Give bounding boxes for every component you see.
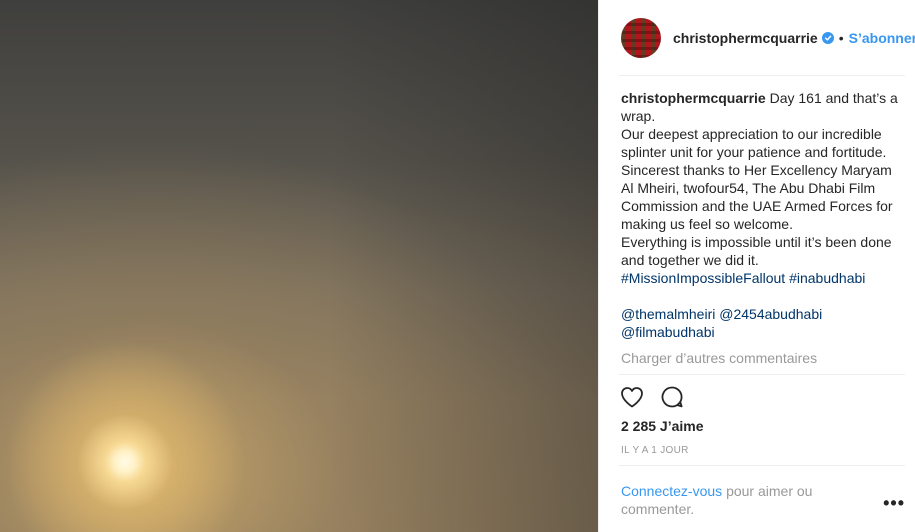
post-caption: christophermcquarrie Day 161 and that’s … bbox=[621, 89, 901, 341]
mention-link[interactable]: @2454abudhabi bbox=[719, 306, 822, 322]
avatar[interactable] bbox=[621, 18, 661, 58]
speech-bubble-icon[interactable] bbox=[659, 384, 685, 410]
author-username[interactable]: christophermcquarrie bbox=[673, 30, 818, 46]
more-options-icon[interactable]: ••• bbox=[883, 494, 905, 512]
post-header: christophermcquarrie • S’abonner bbox=[621, 16, 915, 60]
caption-text-3: Sincerest thanks to Her Excellency Marya… bbox=[621, 162, 893, 232]
mention-link[interactable]: @filmabudhabi bbox=[621, 324, 715, 340]
caption-line-1: christophermcquarrie Day 161 and that’s … bbox=[621, 89, 901, 125]
load-more-comments-button[interactable]: Charger d’autres commentaires bbox=[621, 350, 817, 366]
comment-box-divider bbox=[619, 465, 905, 466]
caption-text-4: Everything is impossible until it’s been… bbox=[621, 234, 892, 268]
mention-link[interactable]: @themalmheiri bbox=[621, 306, 715, 322]
caption-author[interactable]: christophermcquarrie bbox=[621, 90, 766, 106]
like-count[interactable]: 2 285 J’aime bbox=[621, 418, 704, 434]
verified-badge-icon bbox=[821, 32, 834, 44]
login-prompt: Connectez-vous pour aimer ou commenter. bbox=[621, 482, 851, 518]
comment-mentions: @themalmheiri @2454abudhabi @filmabudhabi bbox=[621, 305, 901, 341]
login-link[interactable]: Connectez-vous bbox=[621, 483, 722, 499]
header-separator: • bbox=[838, 30, 844, 46]
hashtag-link[interactable]: #MissionImpossibleFallout bbox=[621, 270, 785, 286]
post-photo[interactable] bbox=[0, 0, 598, 532]
post-side-panel: christophermcquarrie • S’abonner christo… bbox=[598, 0, 915, 532]
heart-icon[interactable] bbox=[619, 384, 645, 410]
header-divider bbox=[619, 75, 905, 76]
caption-hashtags: #MissionImpossibleFallout #inabudhabi bbox=[621, 269, 901, 287]
follow-button[interactable]: S’abonner bbox=[849, 30, 915, 46]
actions-divider bbox=[619, 374, 905, 375]
post-timestamp[interactable]: IL Y A 1 JOUR bbox=[621, 445, 689, 456]
post-actions bbox=[619, 384, 699, 410]
caption-text-2: Our deepest appreciation to our incredib… bbox=[621, 126, 887, 160]
hashtag-link[interactable]: #inabudhabi bbox=[789, 270, 865, 286]
photo-shading bbox=[0, 0, 598, 532]
